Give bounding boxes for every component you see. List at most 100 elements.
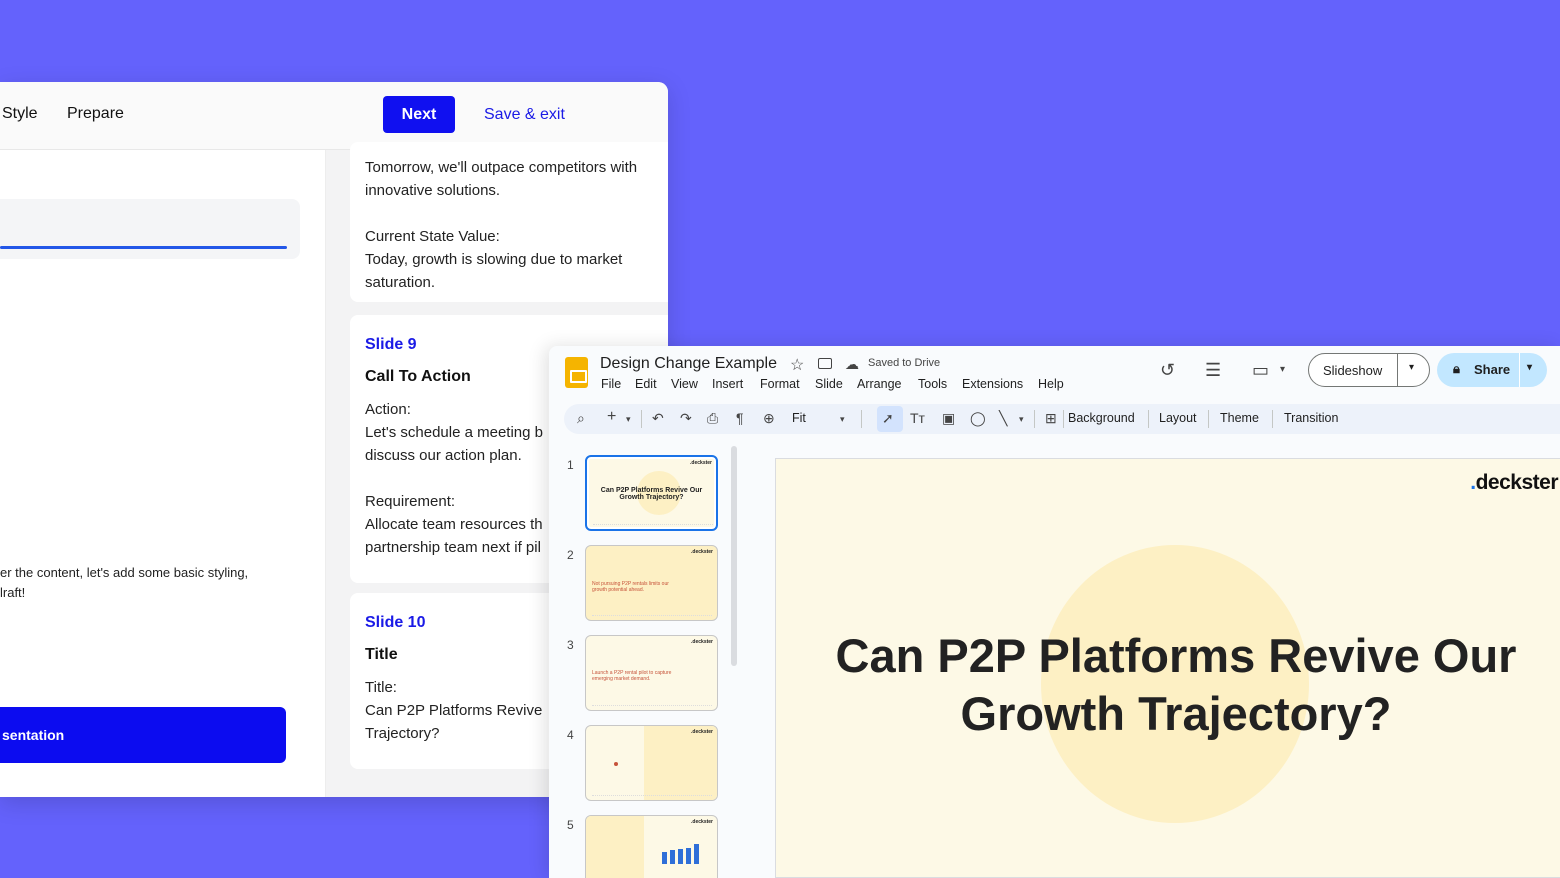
slide-card[interactable]: Tomorrow, we'll outpace competitors with… [350,142,668,302]
thumb-logo: .deckster [691,639,713,645]
thumb-logo: .deckster [690,460,712,466]
slide-thumb-number: 2 [567,548,574,562]
slide-card-body: Tomorrow, we'll outpace competitors with… [365,159,638,291]
thumb-logo: .deckster [691,549,713,555]
search-menus-icon[interactable]: ⌕ [577,410,585,427]
slide-thumbnail[interactable]: .deckster Can P2P Platforms Revive Our G… [585,455,718,531]
new-slide-icon[interactable]: + [607,408,616,426]
thumb-chart-bar [678,849,683,864]
slide-thumbnail[interactable]: .deckster [585,725,718,801]
slide-canvas[interactable]: .deckster Can P2P Platforms Revive Our G… [775,458,1560,878]
divider [1272,410,1273,428]
chevron-down-icon[interactable]: ▾ [1019,414,1024,425]
share-button[interactable]: 🔒︎ Share ▾ [1437,353,1547,387]
thumb-chart-bar [662,852,667,864]
image-icon[interactable]: ▣ [942,410,955,427]
menu-file[interactable]: File [601,377,621,391]
helper-text: er the content, let's add some basic sty… [0,565,249,600]
thumb-dot [614,762,618,766]
version-history-icon[interactable]: ↺ [1160,360,1175,381]
chevron-down-icon[interactable]: ▾ [840,414,845,425]
thumb-logo: .deckster [691,819,713,825]
thumb-chart-bar [686,848,691,864]
menu-insert[interactable]: Insert [712,377,743,391]
print-icon[interactable]: ⎙ [707,410,718,427]
menu-tools[interactable]: Tools [918,377,947,391]
layout-button[interactable]: Layout [1159,411,1197,425]
divider [1034,410,1035,428]
editor-left-pane: er the content, let's add some basic sty… [0,150,326,797]
menu-view[interactable]: View [671,377,698,391]
meet-camera-icon[interactable]: ▭ [1252,360,1269,381]
thumb-footer [593,524,713,525]
divider [1397,354,1398,386]
slide-thumbnail[interactable]: .deckster Launch a P2P rental pilot to c… [585,635,718,711]
slide-title-text[interactable]: Can P2P Platforms Revive Our Growth Traj… [796,627,1556,743]
share-label: Share [1474,362,1511,377]
divider [1063,410,1064,428]
next-button[interactable]: Next [383,96,455,133]
transition-button[interactable]: Transition [1284,411,1338,425]
thumb-panel [644,726,717,800]
star-icon[interactable]: ☆ [790,355,804,375]
slide-thumbnail[interactable]: .deckster [585,815,718,878]
thumb-title: Can P2P Platforms Revive Our Growth Traj… [600,487,703,501]
shape-icon[interactable]: ◯ [970,410,986,427]
slides-logo-icon[interactable] [565,357,588,388]
generate-presentation-button[interactable]: sentation [0,707,286,763]
thumb-panel [586,816,644,878]
theme-button[interactable]: Theme [1220,411,1259,425]
chevron-down-icon[interactable]: ▾ [1409,362,1414,373]
document-title[interactable]: Design Change Example [600,355,777,373]
zoom-icon[interactable]: ⊕ [763,410,775,427]
tab-prepare[interactable]: Prepare [67,105,124,123]
undo-icon[interactable]: ↶ [652,410,664,427]
text-box-icon[interactable]: Tт [910,410,925,426]
chevron-down-icon[interactable]: ▾ [1527,362,1532,373]
menu-slide[interactable]: Slide [815,377,843,391]
thumb-chart-bar [694,844,699,864]
thumb-text: emerging market demand. [592,676,651,682]
add-comment-icon[interactable]: ⊞ [1045,410,1057,427]
divider [861,410,862,428]
thumb-chart-bar [670,850,675,864]
menu-extensions[interactable]: Extensions [962,377,1023,391]
slide-thumbnail[interactable]: .deckster Not pursuing P2P rentals limit… [585,545,718,621]
menu-help[interactable]: Help [1038,377,1064,391]
background-button[interactable]: Background [1068,411,1135,425]
move-folder-icon[interactable] [818,358,832,369]
chevron-down-icon[interactable]: ▾ [1280,364,1285,375]
save-status: Saved to Drive [868,357,941,369]
divider [1519,353,1520,387]
line-icon[interactable]: ╲ [999,410,1007,427]
deckster-logo: .deckster [1470,471,1558,495]
redo-icon[interactable]: ↷ [680,410,692,427]
logo-name: deckster [1475,471,1559,494]
text-input-field[interactable] [0,199,300,259]
divider [641,410,642,428]
divider [1208,410,1209,428]
chevron-down-icon[interactable]: ▾ [626,414,631,425]
input-focus-underline [0,246,287,249]
menu-arrange[interactable]: Arrange [857,377,901,391]
slideshow-button[interactable]: Slideshow ▾ [1308,353,1430,387]
select-cursor-icon[interactable]: ➚ [882,410,894,427]
comments-icon[interactable]: ☰ [1205,360,1221,381]
save-exit-link[interactable]: Save & exit [484,106,565,124]
slideshow-label: Slideshow [1323,363,1383,378]
paint-format-icon[interactable]: ¶ [736,410,744,426]
menu-edit[interactable]: Edit [635,377,657,391]
menu-format[interactable]: Format [760,377,800,391]
slide-thumb-number: 3 [567,638,574,652]
divider [1148,410,1149,428]
thumb-footer [592,705,712,706]
lock-icon: 🔒︎ [1453,361,1460,376]
filmstrip-scrollbar[interactable] [731,446,737,666]
zoom-select[interactable]: Fit [792,411,806,425]
slide-thumb-number: 5 [567,818,574,832]
editor-top-bar: Style Prepare Next Save & exit [0,82,668,150]
toolbar: ⌕ + ▾ ↶ ↷ ⎙ ¶ ⊕ Fit ▾ ➚ Tт ▣ ◯ ╲ ▾ ⊞ Bac… [564,404,1560,434]
slide-thumb-number: 4 [567,728,574,742]
slide-thumb-number: 1 [567,458,574,472]
tab-style[interactable]: Style [2,105,38,123]
